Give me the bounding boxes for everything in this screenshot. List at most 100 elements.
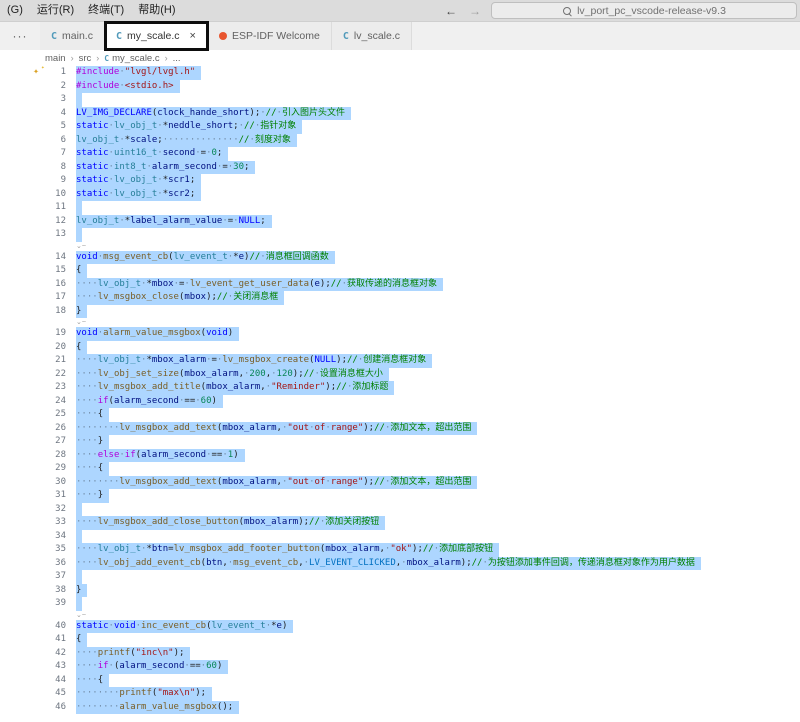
nav-forward-icon[interactable]: →	[469, 4, 481, 18]
line-number[interactable]: 33	[0, 516, 76, 530]
tab-lv-scale-c[interactable]: Clv_scale.c	[332, 22, 412, 50]
line-number[interactable]: 6	[0, 134, 76, 148]
line-number[interactable]: 40	[0, 620, 76, 634]
line-number[interactable]: 4	[0, 107, 76, 121]
code-line[interactable]: 6lv_obj_t·*scale;··············//·刻度对象	[0, 134, 800, 148]
line-number[interactable]: 10	[0, 188, 76, 202]
line-number[interactable]: 3	[0, 93, 76, 107]
code-line[interactable]: 11	[0, 201, 800, 215]
code-line[interactable]: 22····lv_obj_set_size(mbox_alarm,·200,·1…	[0, 368, 800, 382]
line-number[interactable]: 45	[0, 687, 76, 701]
line-number[interactable]: 42	[0, 647, 76, 661]
code-line[interactable]: 4LV_IMG_DECLARE(clock_hande_short);·//·引…	[0, 107, 800, 121]
line-number[interactable]: 35	[0, 543, 76, 557]
code-line[interactable]: 39	[0, 597, 800, 611]
code-line[interactable]: 42····printf("inc\n");	[0, 647, 800, 661]
code-line[interactable]: 16····lv_obj_t·*mbox·=·lv_event_get_user…	[0, 278, 800, 292]
code-line[interactable]: 5static·lv_obj_t·*neddle_short;·//·指针对象	[0, 120, 800, 134]
code-line[interactable]: 28····else·if(alarm_second·==·1)	[0, 449, 800, 463]
code-line[interactable]: 24····if(alarm_second·==·60)	[0, 395, 800, 409]
line-number[interactable]: 25	[0, 408, 76, 422]
line-number[interactable]: 39	[0, 597, 76, 611]
code-line[interactable]: 17····lv_msgbox_close(mbox);//·关闭消息框	[0, 291, 800, 305]
line-number[interactable]: 28	[0, 449, 76, 463]
code-line[interactable]: 18}	[0, 305, 800, 319]
menu-item[interactable]: 终端(T)	[81, 0, 131, 21]
more-actions-button[interactable]: ···	[0, 22, 40, 50]
line-number[interactable]: 8	[0, 161, 76, 175]
breadcrumb-item[interactable]: src	[79, 53, 92, 64]
code-line[interactable]: 25····{	[0, 408, 800, 422]
code-line[interactable]: 43····if·(alarm_second·==·60)	[0, 660, 800, 674]
code-line[interactable]: 27····}	[0, 435, 800, 449]
line-number[interactable]: 41	[0, 633, 76, 647]
code-line[interactable]: 21····lv_obj_t·*mbox_alarm·=·lv_msgbox_c…	[0, 354, 800, 368]
line-number[interactable]: 17	[0, 291, 76, 305]
code-line[interactable]: 35····lv_obj_t·*btn=lv_msgbox_add_footer…	[0, 543, 800, 557]
line-number[interactable]: 19	[0, 327, 76, 341]
line-number[interactable]: 7	[0, 147, 76, 161]
nav-back-icon[interactable]: ←	[445, 4, 457, 18]
line-number[interactable]: 11	[0, 201, 76, 215]
command-center-search[interactable]: lv_port_pc_vscode-release-v9.3	[491, 2, 797, 19]
code-line[interactable]: 30········lv_msgbox_add_text(mbox_alarm,…	[0, 476, 800, 490]
line-number[interactable]: 21	[0, 354, 76, 368]
tab-main-c[interactable]: Cmain.c	[40, 22, 105, 50]
menu-item[interactable]: (G)	[0, 0, 30, 21]
tab-my-scale-c[interactable]: Cmy_scale.c×	[105, 22, 208, 50]
tab-esp-idf-welcome[interactable]: ESP-IDF Welcome	[208, 22, 332, 50]
codelens-marker[interactable]: ⌄~	[76, 242, 86, 251]
code-line[interactable]: 14void·msg_event_cb(lv_event_t·*e)//·消息框…	[0, 251, 800, 265]
code-line[interactable]: 7static·uint16_t·second·=·0;	[0, 147, 800, 161]
code-line[interactable]: 37	[0, 570, 800, 584]
line-number[interactable]: 12	[0, 215, 76, 229]
code-line[interactable]: 9static·lv_obj_t·*scr1;	[0, 174, 800, 188]
code-line[interactable]: 8static·int8_t·alarm_second·=·30;	[0, 161, 800, 175]
code-line[interactable]: 12lv_obj_t·*label_alarm_value·=·NULL;	[0, 215, 800, 229]
line-number[interactable]: 27	[0, 435, 76, 449]
breadcrumb-item[interactable]: main	[45, 53, 66, 64]
menu-item[interactable]: 帮助(H)	[131, 0, 182, 21]
line-number[interactable]: 2	[0, 80, 76, 94]
line-number[interactable]: 34	[0, 530, 76, 544]
line-number[interactable]: 36	[0, 557, 76, 571]
code-line[interactable]: 1#include·"lvgl/lvgl.h"	[0, 66, 800, 80]
code-line[interactable]: 33····lv_msgbox_add_close_button(mbox_al…	[0, 516, 800, 530]
editor[interactable]: ✦ ✦ 1#include·"lvgl/lvgl.h"2#include·<st…	[0, 66, 800, 722]
line-number[interactable]: 31	[0, 489, 76, 503]
code-line[interactable]: 26········lv_msgbox_add_text(mbox_alarm,…	[0, 422, 800, 436]
code-line[interactable]: 2#include·<stdio.h>	[0, 80, 800, 94]
code-line[interactable]: 10static·lv_obj_t·*scr2;	[0, 188, 800, 202]
line-number[interactable]: 16	[0, 278, 76, 292]
line-number[interactable]: 18	[0, 305, 76, 319]
line-number[interactable]: 26	[0, 422, 76, 436]
line-number[interactable]: 44	[0, 674, 76, 688]
codelens-marker[interactable]: ⌄~	[76, 318, 86, 327]
code-line[interactable]: 3	[0, 93, 800, 107]
line-number[interactable]: 23	[0, 381, 76, 395]
code-line[interactable]: 41{	[0, 633, 800, 647]
code-line[interactable]: 23····lv_msgbox_add_title(mbox_alarm,·"R…	[0, 381, 800, 395]
line-number[interactable]: 24	[0, 395, 76, 409]
code-line[interactable]: 15{	[0, 264, 800, 278]
code-line[interactable]: 38}	[0, 584, 800, 598]
breadcrumb-item[interactable]: Cmy_scale.c	[104, 53, 159, 64]
line-number[interactable]: 9	[0, 174, 76, 188]
code-line[interactable]: 34	[0, 530, 800, 544]
code-line[interactable]: 32	[0, 503, 800, 517]
line-number[interactable]: 14	[0, 251, 76, 265]
code-line[interactable]: 44····{	[0, 674, 800, 688]
close-icon[interactable]: ×	[190, 30, 196, 42]
line-number[interactable]: 32	[0, 503, 76, 517]
line-number[interactable]: 38	[0, 584, 76, 598]
code-line[interactable]: 29····{	[0, 462, 800, 476]
code-line[interactable]: 46········alarm_value_msgbox();	[0, 701, 800, 715]
line-number[interactable]: 30	[0, 476, 76, 490]
line-number[interactable]: 5	[0, 120, 76, 134]
copilot-sparkle-icon[interactable]: ✦ ✦	[33, 66, 47, 80]
code-line[interactable]: 19void·alarm_value_msgbox(void)	[0, 327, 800, 341]
line-number[interactable]: 13	[0, 228, 76, 242]
line-number[interactable]: 20	[0, 341, 76, 355]
code-line[interactable]: 20{	[0, 341, 800, 355]
line-number[interactable]: 46	[0, 701, 76, 715]
